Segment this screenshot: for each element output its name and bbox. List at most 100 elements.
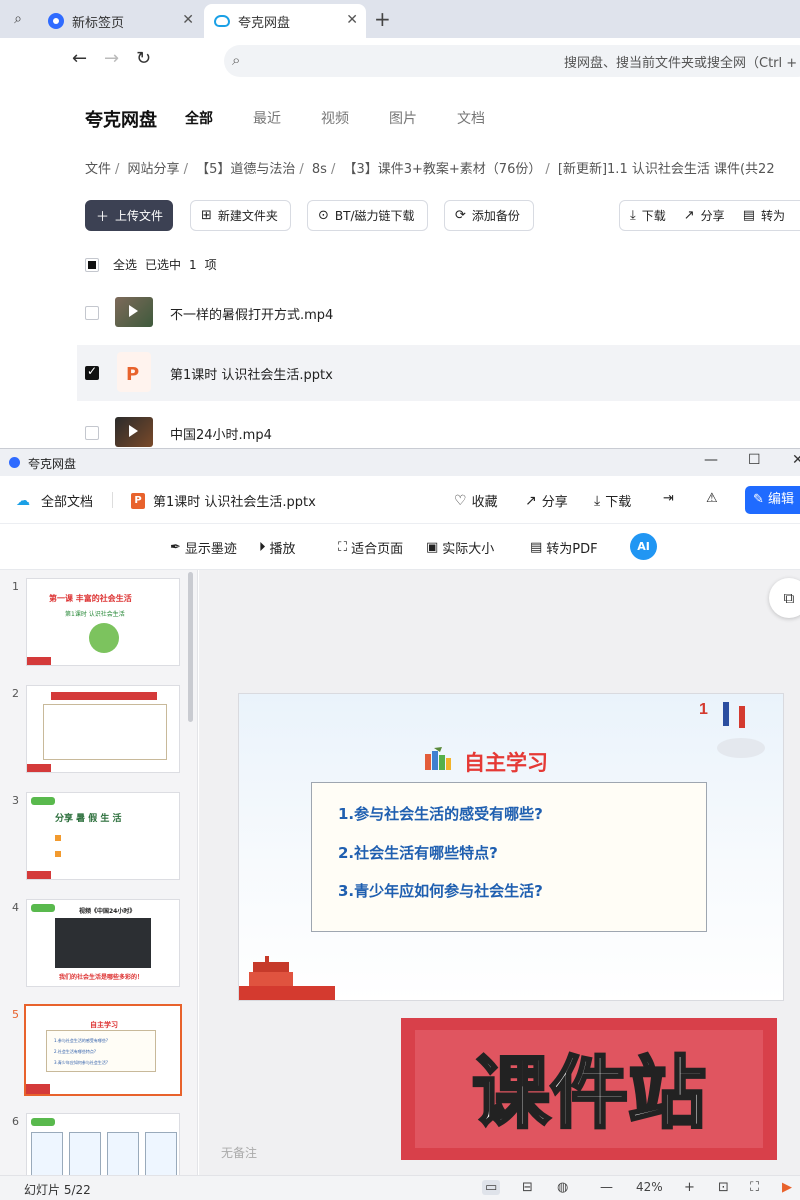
share-icon: ↗ (683, 208, 695, 223)
back-arrow-icon[interactable]: ← (72, 48, 87, 69)
select-all-label[interactable]: 全选 (113, 256, 137, 273)
minimize-icon[interactable]: — (704, 452, 718, 468)
close-window-icon[interactable]: ✕ (792, 452, 800, 468)
zoom-out-icon[interactable]: — (600, 1180, 613, 1195)
fullscreen-icon[interactable]: ⛶ (750, 1180, 759, 1195)
upload-button[interactable]: ＋上传文件 (85, 200, 173, 231)
to-pdf-button[interactable]: ▤ 转为PDF (530, 538, 598, 557)
actual-size-button[interactable]: ▣ 实际大小 (426, 538, 494, 557)
fit-page-button[interactable]: ⛶ 适合页面 (338, 538, 403, 557)
question-3: 3.青少年应如何参与社会生活? (338, 882, 543, 900)
tab-recent[interactable]: 最近 (253, 108, 281, 128)
file-row-selected[interactable]: 第1课时 认识社会生活.pptx (77, 345, 800, 401)
tab-images[interactable]: 图片 (389, 108, 417, 128)
breadcrumb: 文件 / 网站分享 / 【5】道德与法治/ 8s / 【3】课件3+教案+素材（76份… (85, 162, 775, 177)
file-row[interactable]: 不一样的暑假打开方式.mp4 (77, 285, 800, 341)
close-tab-icon[interactable]: ✕ (182, 12, 194, 28)
search-input[interactable]: ⌕ 搜网盘、搜当前文件夹或搜全网（Ctrl + F） (224, 45, 800, 77)
magnet-icon: ⊙ (318, 208, 329, 223)
thumb-number: 3 (12, 794, 19, 807)
pdf-icon: ▤ (742, 208, 755, 223)
reload-icon[interactable]: ↻ (136, 48, 151, 69)
backup-icon: ⟳ (455, 208, 466, 223)
favorite-button[interactable]: ♡ 收藏 (454, 491, 498, 511)
file-row[interactable]: 中国24小时.mp4 (77, 405, 800, 448)
ai-assistant-button[interactable]: AI (630, 533, 657, 560)
watermark-stamp: 课件站 (401, 1018, 777, 1160)
share-button[interactable]: ↗ 分享 (525, 491, 568, 511)
slide-thumbnail-2[interactable] (26, 685, 180, 773)
bt-download-button[interactable]: ⊙ BT/磁力链下载 (307, 200, 428, 231)
address-bar-row: ← → ↻ ⌕ 搜网盘、搜当前文件夹或搜全网（Ctrl + F） (0, 38, 800, 84)
maximize-icon[interactable]: ☐ (748, 452, 761, 468)
search-placeholder: 搜网盘、搜当前文件夹或搜全网（Ctrl + F） (564, 56, 800, 71)
fit-icon[interactable]: ⊡ (718, 1180, 729, 1195)
normal-view-icon[interactable]: ▭ (482, 1180, 501, 1195)
no-notes-label: 无备注 (221, 1146, 258, 1160)
window-title-bar: 夸克网盘 — ☐ ✕ (0, 449, 800, 476)
file-name[interactable]: 不一样的暑假打开方式.mp4 (170, 304, 333, 323)
scrollbar-thumb[interactable] (188, 572, 193, 722)
viewer-toolbar: ✒ 显示墨迹 ⏵ 播放 ⛶ 适合页面 ▣ 实际大小 ▤ 转为PDF AI (0, 524, 800, 570)
slide-thumbnail-6[interactable] (26, 1113, 180, 1175)
close-tab-icon[interactable]: ✕ (346, 12, 358, 28)
slide-title: 自主学习 (464, 751, 548, 775)
tab-all[interactable]: 全部 (185, 108, 213, 128)
file-checkbox[interactable] (85, 426, 99, 440)
tab-new-tab[interactable]: 新标签页 ✕ (38, 4, 202, 38)
document-title: P 第1课时 认识社会生活.pptx (131, 491, 316, 510)
window-title: 夸克网盘 (28, 457, 77, 471)
preview-window: 夸克网盘 — ☐ ✕ ☁ 全部文档 P 第1课时 认识社会生活.pptx ♡ 收藏 ↗… (0, 448, 800, 1200)
ppt-icon: P (131, 492, 145, 509)
compare-icon[interactable]: ⧉ (769, 578, 800, 618)
browser-tab-bar: ⌕ 新标签页 ✕ 夸克网盘 ✕ + (0, 0, 800, 38)
selected-unit: 项 (204, 258, 217, 272)
slide-thumbnail-4[interactable]: 视频《中国24小时》 我们的社会生活是哪些多彩的！ (26, 899, 180, 987)
select-all-checkbox[interactable] (85, 257, 99, 272)
breadcrumb-item[interactable]: 网站分享 (128, 162, 180, 177)
file-checkbox[interactable] (85, 306, 99, 320)
drive-page: 夸克网盘 全部 最近 视频 图片 文档 文件 / 网站分享 / 【5】道德与法治 / … (0, 84, 800, 448)
breadcrumb-item[interactable]: 【5】道德与法治 (196, 162, 295, 177)
feedback-icon[interactable]: ⚠ (706, 491, 718, 506)
tab-docs[interactable]: 文档 (457, 108, 485, 128)
folder-plus-icon: ⊞ (201, 208, 212, 223)
file-name[interactable]: 中国24小时.mp4 (170, 424, 272, 443)
fit-icon: ⛶ (338, 540, 348, 555)
breadcrumb-item[interactable]: 8s (312, 162, 327, 177)
slide-thumbnail-5-current[interactable]: 自主学习 1.参与社会生活的感受有哪些? 2.社会生活有哪些特点? 3.青少年应… (24, 1004, 182, 1096)
cloud-icon: ☁ (16, 492, 30, 509)
breadcrumb-item[interactable]: 【3】课件3+教案+素材（76份） (343, 162, 541, 177)
globe-icon[interactable]: ◍ (557, 1180, 568, 1195)
file-checkbox[interactable] (85, 364, 99, 380)
tab-video[interactable]: 视频 (321, 108, 349, 128)
download-button[interactable]: ⤓ 下载 (594, 491, 631, 511)
add-backup-button[interactable]: ⟳ 添加备份 (444, 200, 534, 231)
tab-search-icon[interactable]: ⌕ (6, 8, 30, 30)
download-button[interactable]: ⤓ 下载 (630, 207, 666, 224)
play-icon[interactable]: ▶ (782, 1180, 792, 1195)
slide-thumbnail-1[interactable]: 第一课 丰富的社会生活 第1课时 认识社会生活 (26, 578, 180, 666)
tab-quark-drive[interactable]: 夸克网盘 ✕ (204, 4, 366, 38)
zoom-in-icon[interactable]: + (684, 1180, 695, 1195)
show-ink-button[interactable]: ✒ 显示墨迹 (170, 538, 237, 557)
slide-thumbnail-3[interactable]: 分享 暑 假 生 活 (26, 792, 180, 880)
one-to-one-icon: ▣ (426, 540, 439, 555)
share-button[interactable]: ↗ 分享 (684, 207, 725, 224)
new-folder-button[interactable]: ⊞ 新建文件夹 (190, 200, 291, 231)
app-logo-icon (9, 457, 20, 468)
to-pdf-button[interactable]: ▤ 转为 (743, 207, 785, 224)
breadcrumb-item[interactable]: 文件 (85, 162, 111, 177)
file-name[interactable]: 第1课时 认识社会生活.pptx (170, 364, 333, 383)
tab-label: 夸克网盘 (238, 15, 291, 31)
grid-view-icon[interactable]: ⊟ (522, 1180, 533, 1195)
thumb-number: 6 (12, 1115, 19, 1128)
viewer-header: ☁ 全部文档 P 第1课时 认识社会生活.pptx ♡ 收藏 ↗ 分享 ⤓ 下载 ⇥ ⚠ … (0, 476, 800, 524)
new-tab-plus-icon[interactable]: + (374, 7, 391, 31)
all-docs-button[interactable]: ☁ 全部文档 (16, 491, 93, 511)
export-icon[interactable]: ⇥ (663, 491, 674, 506)
video-thumbnail (115, 417, 153, 447)
forward-arrow-icon[interactable]: → (104, 48, 119, 69)
edit-button[interactable]: ✎ 编辑 (745, 486, 800, 514)
play-button[interactable]: ⏵ 播放 (259, 538, 296, 557)
